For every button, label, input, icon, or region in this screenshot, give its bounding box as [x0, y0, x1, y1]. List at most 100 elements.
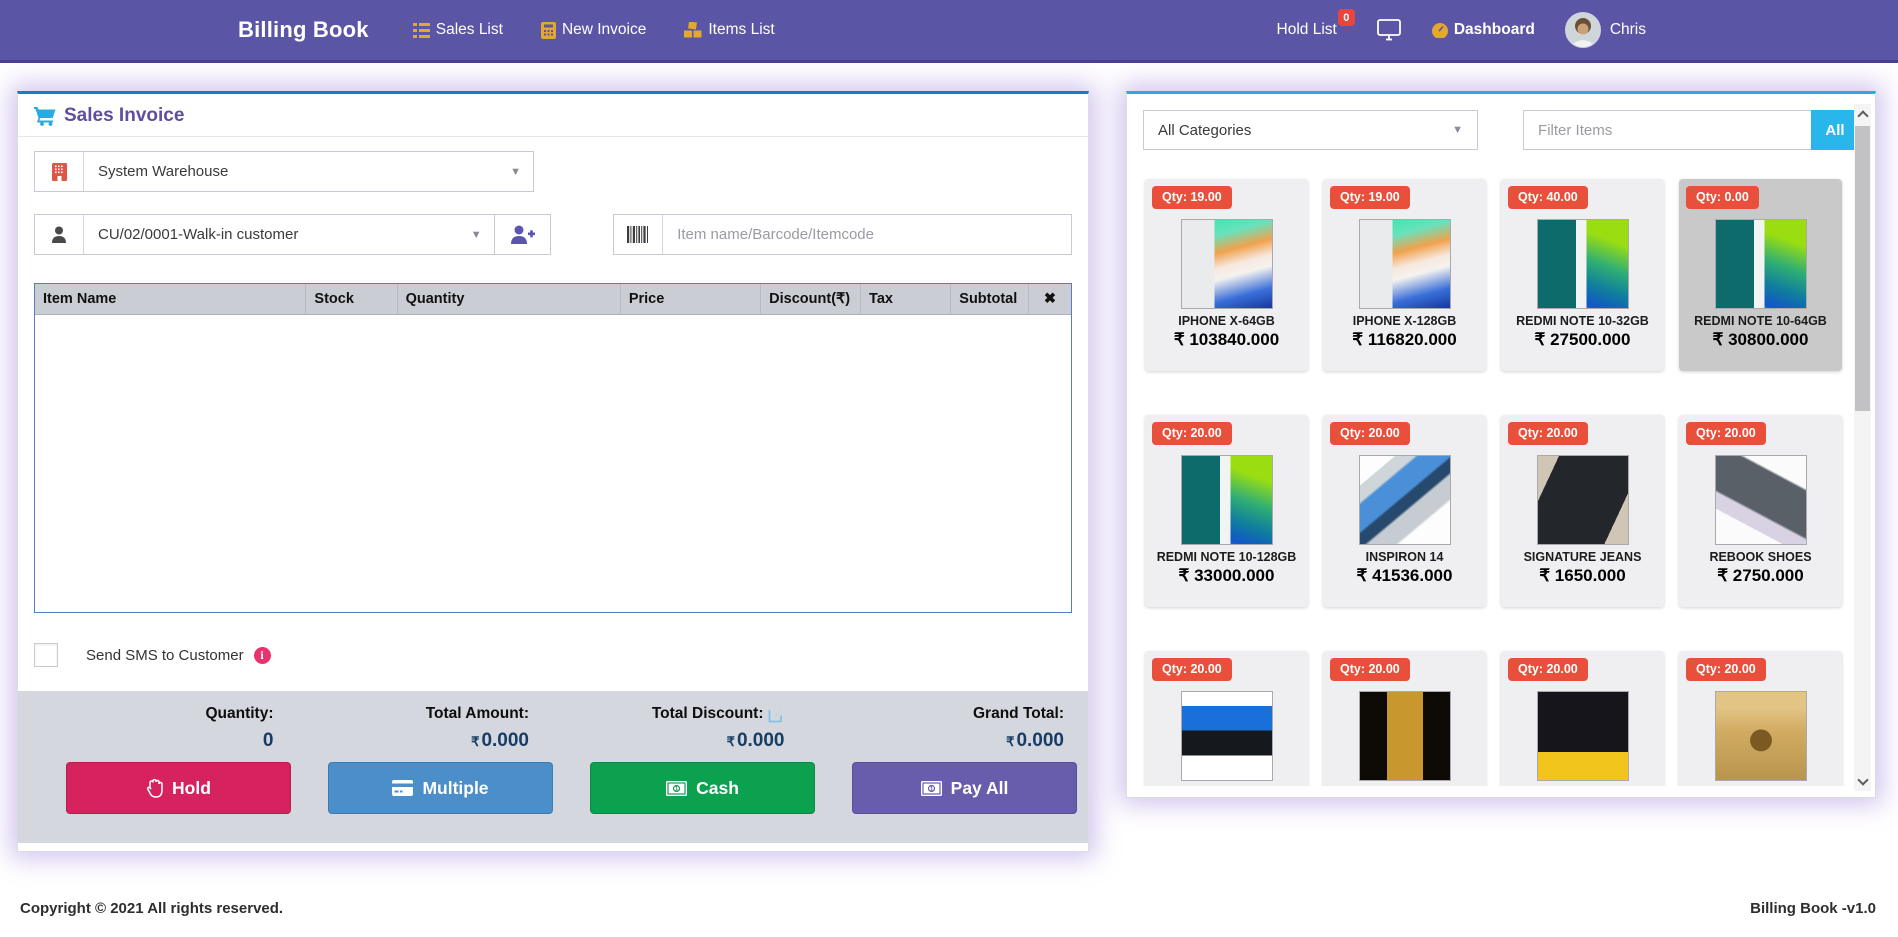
product-price: ₹ 41536.000 — [1323, 566, 1486, 586]
payment-buttons: Hold Multiple — [18, 752, 1088, 814]
tachometer-icon — [1431, 22, 1449, 38]
nav-dashboard[interactable]: Dashboard — [1431, 21, 1535, 39]
chevron-down-icon: ▼ — [471, 229, 482, 241]
product-card[interactable]: Qty: 20.00 — [1679, 651, 1842, 786]
product-card[interactable]: Qty: 19.00IPHONE X-64GB₹ 103840.000 — [1145, 179, 1308, 371]
items-scroll-area: Qty: 19.00IPHONE X-64GB₹ 103840.000Qty: … — [1127, 153, 1875, 786]
table-header-cell: Stock — [306, 284, 397, 314]
pay-all-button[interactable]: 1 Pay All — [852, 762, 1077, 814]
product-name: SIGNATURE JEANS — [1501, 549, 1664, 565]
product-card[interactable]: Qty: 20.00 SIGNATURE JEANS₹ 1650.000 — [1501, 415, 1664, 607]
total-discount-value: ₹0.000 — [553, 730, 785, 752]
product-price: ₹ 103840.000 — [1145, 330, 1308, 350]
pos-display-icon[interactable] — [1377, 19, 1401, 41]
credit-card-icon — [392, 780, 413, 796]
barcode-icon — [614, 215, 663, 254]
scroll-down-button[interactable] — [1854, 773, 1871, 791]
filter-items-input[interactable] — [1523, 110, 1811, 150]
table-header-cell: Quantity — [398, 284, 621, 314]
nav-links: Sales List New Invoice Items List — [413, 21, 775, 39]
qty-badge: Qty: 20.00 — [1508, 658, 1588, 681]
table-header-cell: Price — [621, 284, 761, 314]
item-search-input[interactable] — [663, 215, 1071, 254]
table-empty-body — [35, 315, 1071, 613]
info-icon[interactable]: i — [254, 647, 271, 664]
user-name: Chris — [1610, 21, 1646, 39]
edit-discount-icon[interactable] — [768, 706, 785, 723]
table-header-cell: Tax — [861, 284, 951, 314]
nav-right: Hold List 0 Dashboard — [1277, 12, 1646, 48]
hold-button[interactable]: Hold — [66, 762, 291, 814]
qty-badge: Qty: 20.00 — [1152, 422, 1232, 445]
app-brand[interactable]: Billing Book — [238, 17, 369, 43]
table-header-cell[interactable]: ✖ — [1029, 284, 1071, 314]
cubes-icon — [684, 22, 702, 38]
customer-select[interactable]: CU/02/0001-Walk-in customer ▼ — [34, 214, 495, 255]
product-price: ₹ 116820.000 — [1323, 330, 1486, 350]
table-header-cell: Subtotal — [951, 284, 1029, 314]
chevron-up-icon — [1857, 110, 1868, 121]
nav-hold-list[interactable]: Hold List 0 — [1277, 21, 1347, 39]
avatar — [1565, 12, 1601, 48]
multiple-button[interactable]: Multiple — [328, 762, 553, 814]
items-panel: All Categories ▼ All Qty: 19.00IPHONE X-… — [1126, 91, 1876, 798]
total-amount-value: ₹0.000 — [298, 730, 530, 752]
product-price: ₹ 1650.000 — [1501, 566, 1664, 586]
qty-badge: Qty: 40.00 — [1508, 186, 1588, 209]
version-text: Billing Book -v1.0 — [1750, 900, 1876, 917]
iphone-x-product-image — [1359, 219, 1451, 309]
summary-quantity: Quantity: 0 — [42, 705, 298, 752]
table-header-row: Item NameStockQuantityPriceDiscount(₹)Ta… — [35, 284, 1071, 315]
category-value: All Categories — [1158, 122, 1251, 139]
all-filter-button[interactable]: All — [1811, 110, 1859, 150]
warehouse-icon — [35, 152, 84, 191]
qty-badge: Qty: 20.00 — [1686, 422, 1766, 445]
money-bill-icon: 1 — [666, 781, 687, 796]
product-card[interactable]: Qty: 0.00REDMI NOTE 10-64GB₹ 30800.000 — [1679, 179, 1842, 371]
scroll-up-button[interactable] — [1854, 104, 1871, 122]
nav-sales-list[interactable]: Sales List — [413, 21, 503, 39]
summary-total-amount: Total Amount: ₹0.000 — [298, 705, 554, 752]
items-scrollbar[interactable] — [1854, 104, 1871, 791]
product-price: ₹ 33000.000 — [1145, 566, 1308, 586]
inspiron-product-image — [1359, 455, 1451, 545]
category-select[interactable]: All Categories ▼ — [1143, 110, 1478, 150]
qty-badge: Qty: 20.00 — [1508, 422, 1588, 445]
qty-badge: Qty: 0.00 — [1686, 186, 1759, 209]
product-card[interactable]: Qty: 20.00 — [1501, 651, 1664, 786]
money-bill-icon: 1 — [921, 781, 942, 796]
warehouse-select[interactable]: System Warehouse ▼ — [34, 151, 534, 192]
sms-checkbox[interactable] — [34, 643, 58, 667]
scrollbar-track[interactable] — [1854, 122, 1871, 773]
qty-badge: Qty: 20.00 — [1330, 422, 1410, 445]
product-card[interactable]: Qty: 19.00IPHONE X-128GB₹ 116820.000 — [1323, 179, 1486, 371]
redmi-note-product-image — [1537, 219, 1629, 309]
sales-invoice-panel: Sales Invoice System Warehouse ▼ — [17, 91, 1089, 852]
nav-items-list[interactable]: Items List — [684, 21, 774, 39]
grand-total-value: ₹0.000 — [809, 730, 1065, 752]
scrollbar-thumb[interactable] — [1855, 126, 1870, 411]
page-footer: Copyright © 2021 All rights reserved. Bi… — [0, 852, 1898, 917]
product-card[interactable]: Qty: 20.00 — [1323, 651, 1486, 786]
nav-user-menu[interactable]: Chris — [1565, 12, 1646, 48]
iphone-x-product-image — [1181, 219, 1273, 309]
product-price: ₹ 27500.000 — [1501, 330, 1664, 350]
quantity-value: 0 — [42, 730, 274, 752]
product-card[interactable]: Qty: 20.00 — [1145, 651, 1308, 786]
product-card[interactable]: Qty: 40.00REDMI NOTE 10-32GB₹ 27500.000 — [1501, 179, 1664, 371]
customer-value: CU/02/0001-Walk-in customer — [98, 226, 298, 243]
product-name: IPHONE X-128GB — [1323, 313, 1486, 329]
product-card[interactable]: Qty: 20.00INSPIRON 14₹ 41536.000 — [1323, 415, 1486, 607]
cash-button[interactable]: 1 Cash — [590, 762, 815, 814]
add-customer-button[interactable] — [495, 214, 552, 255]
product-card[interactable]: Qty: 20.00REBOOK SHOES₹ 2750.000 — [1679, 415, 1842, 607]
chevron-down-icon — [1857, 774, 1868, 785]
product-card[interactable]: Qty: 20.00REDMI NOTE 10-128GB₹ 33000.000 — [1145, 415, 1308, 607]
chevron-down-icon: ▼ — [1452, 124, 1463, 136]
top-navbar: Billing Book Sales List New Invoice — [0, 0, 1898, 63]
qty-badge: Qty: 19.00 — [1152, 186, 1232, 209]
nav-new-invoice[interactable]: New Invoice — [541, 21, 646, 39]
php-book-product-image — [1537, 691, 1629, 781]
summary-grand-total: Grand Total: ₹0.000 — [809, 705, 1065, 752]
invoice-summary: Quantity: 0 Total Amount: ₹0.000 Total D… — [18, 691, 1088, 843]
